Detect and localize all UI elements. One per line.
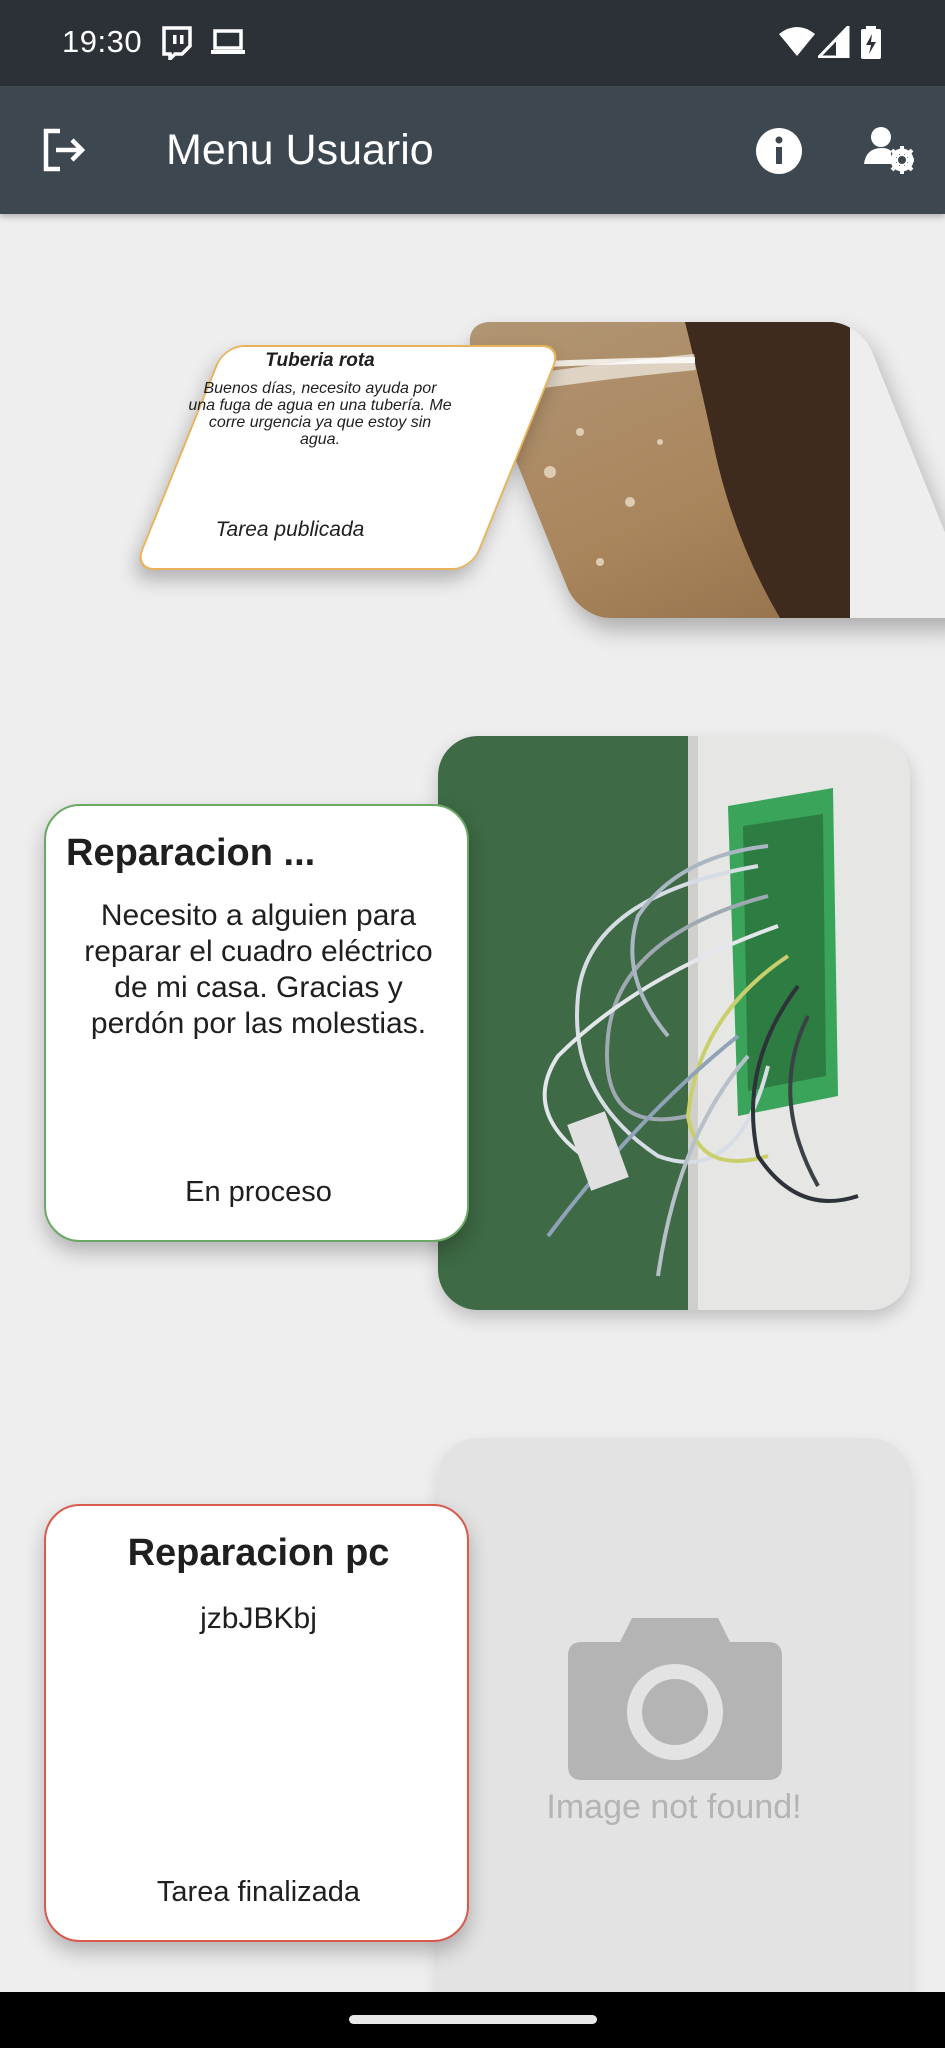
task-card-reparacion-pc-panel: Reparacion pc jzbJBKbj Tarea finalizada (44, 1504, 469, 1942)
task-description: Necesito a alguien para reparar el cuadr… (84, 899, 433, 1040)
info-icon[interactable] (755, 127, 803, 175)
twitch-icon (162, 26, 192, 60)
app-bar: Menu Usuario (0, 86, 945, 214)
task-card-reparacion-electrico-panel: Reparacion ... Necesito a alguien para r… (44, 804, 469, 1242)
task-description: Buenos días, necesito ayuda por una fuga… (188, 380, 452, 448)
logout-icon[interactable] (40, 127, 88, 173)
wifi-icon (779, 27, 815, 56)
task-title: Reparacion pc (127, 1532, 390, 1574)
task-photo-placeholder: Image not found! (438, 1438, 910, 2038)
task-status: Tarea publicada (215, 518, 365, 541)
user-settings-icon[interactable] (864, 126, 914, 174)
page-title: Menu Usuario (166, 126, 434, 174)
camera-icon (568, 1618, 782, 1780)
task-status: En proceso (185, 1176, 332, 1208)
battery-icon (861, 26, 881, 59)
task-photo-electrical-panel (438, 736, 910, 1310)
task-title: Reparacion ... (66, 832, 316, 874)
task-title: Tuberia rota (265, 350, 375, 371)
task-status: Tarea finalizada (156, 1876, 361, 1908)
laptop-icon (211, 29, 245, 54)
task-description: jzbJBKbj (200, 1602, 317, 1635)
image-not-found-label: Image not found! (546, 1788, 802, 1826)
status-time: 19:30 (62, 24, 143, 59)
status-bar: 19:30 (0, 0, 945, 86)
signal-icon (818, 26, 850, 58)
home-gesture-handle[interactable] (349, 2015, 597, 2024)
